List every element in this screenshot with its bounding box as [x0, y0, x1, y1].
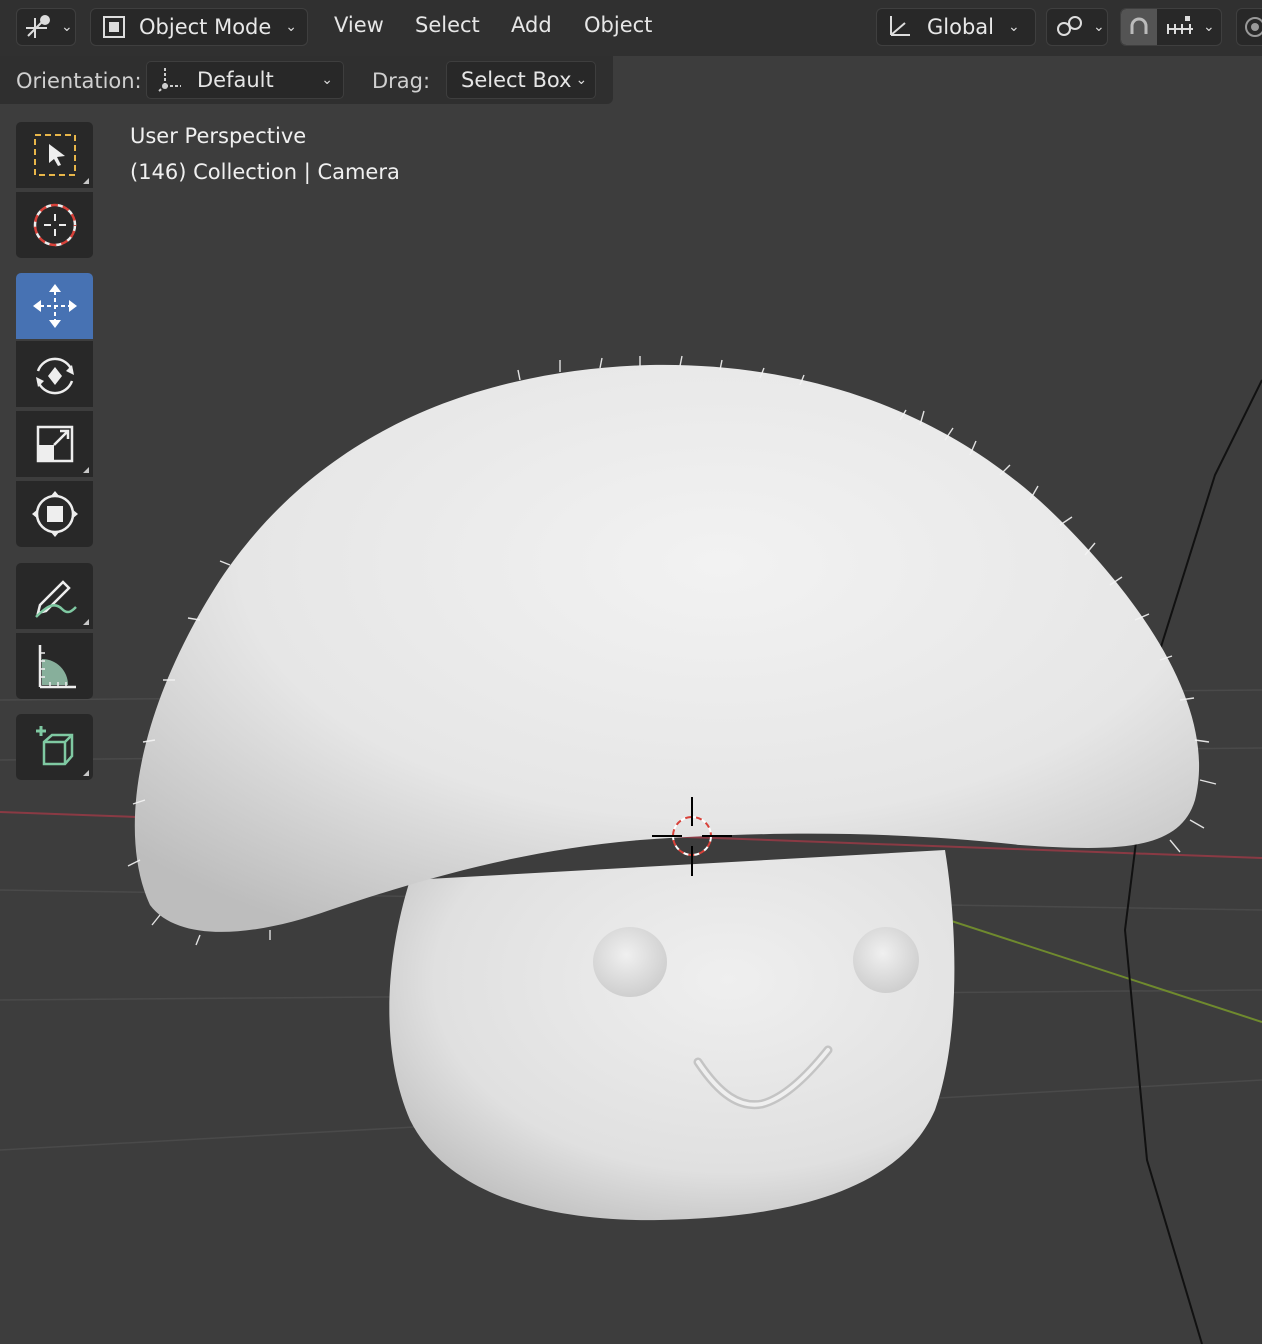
chevron-down-icon: ⌄ [1203, 19, 1215, 35]
drag-label: Drag: [372, 69, 431, 93]
scale-icon [36, 425, 73, 463]
chevron-down-icon: ⌄ [321, 72, 333, 88]
transform-orientation-label: Global [927, 15, 994, 39]
transform-orientation-dropdown[interactable]: Global ⌄ [876, 8, 1036, 46]
pivot-point-dropdown[interactable]: ⌄ [1046, 8, 1108, 46]
drag-value: Select Box [461, 68, 572, 92]
cursor-icon [33, 203, 76, 247]
scene-render [0, 355, 1262, 1344]
viewport-header: ⌄ Object Mode ⌄ View Select Add Object G… [0, 0, 1262, 56]
tool-settings-bar: Orientation: Default ⌄ Drag: Select Box … [0, 56, 613, 104]
menu-view[interactable]: View [334, 13, 384, 37]
add-cube-icon [35, 726, 73, 766]
mushroom-cap [134, 364, 1200, 932]
mode-dropdown[interactable]: Object Mode ⌄ [90, 8, 308, 46]
mushroom-right-eye [853, 927, 919, 993]
snap-increment-icon [1165, 14, 1195, 40]
move-icon [32, 284, 77, 328]
measure-ruler-icon [38, 645, 76, 689]
orientation-dropdown[interactable]: Default ⌄ [146, 61, 344, 99]
menu-select[interactable]: Select [415, 13, 480, 37]
menu-object[interactable]: Object [584, 13, 652, 37]
camera-frame-lines [1123, 379, 1262, 1344]
view-perspective-label: User Perspective [130, 124, 307, 148]
measure-tool[interactable] [16, 633, 93, 699]
mushroom-stem [389, 850, 955, 1221]
add-cube-tool[interactable] [16, 714, 93, 780]
proportional-editing-button[interactable] [1236, 8, 1262, 46]
magnet-snap-icon[interactable] [1121, 9, 1157, 45]
collection-info-label: (146) Collection | Camera [130, 160, 400, 184]
editor-type-dropdown[interactable]: ⌄ [16, 8, 76, 46]
snap-controls[interactable]: ⌄ [1120, 8, 1222, 46]
rotate-icon [35, 357, 74, 395]
mushroom-left-eye [593, 927, 667, 997]
annotate-pencil-icon [34, 580, 77, 618]
select-box-icon [33, 134, 76, 176]
axes-orientation-icon [885, 13, 913, 41]
annotate-tool[interactable] [16, 563, 93, 629]
transform-tool[interactable] [16, 481, 93, 547]
scale-tool[interactable] [16, 411, 93, 477]
orientation-value: Default [197, 68, 274, 92]
move-tool[interactable] [16, 273, 93, 339]
select-box-tool[interactable] [16, 122, 93, 188]
chevron-down-icon: ⌄ [1008, 19, 1020, 35]
3d-viewport-icon [25, 14, 53, 40]
cursor-tool[interactable] [16, 192, 93, 258]
transform-icon [31, 491, 78, 537]
mode-dropdown-label: Object Mode [139, 15, 272, 39]
chevron-down-icon: ⌄ [285, 19, 298, 35]
chevron-down-icon: ⌄ [1093, 19, 1105, 35]
default-orientation-icon [157, 64, 183, 97]
chevron-down-icon: ⌄ [61, 19, 73, 35]
rotate-tool[interactable] [16, 341, 93, 407]
menu-add[interactable]: Add [511, 13, 552, 37]
drag-dropdown[interactable]: Select Box ⌄ [446, 61, 596, 99]
orientation-label: Orientation: [16, 69, 142, 93]
object-mode-icon [101, 14, 127, 40]
link-pivot-icon [1055, 14, 1085, 40]
3d-viewport[interactable]: User Perspective (146) Collection | Came… [0, 0, 1262, 1344]
chevron-down-icon: ⌄ [575, 72, 588, 88]
proportional-editing-icon [1245, 17, 1262, 37]
